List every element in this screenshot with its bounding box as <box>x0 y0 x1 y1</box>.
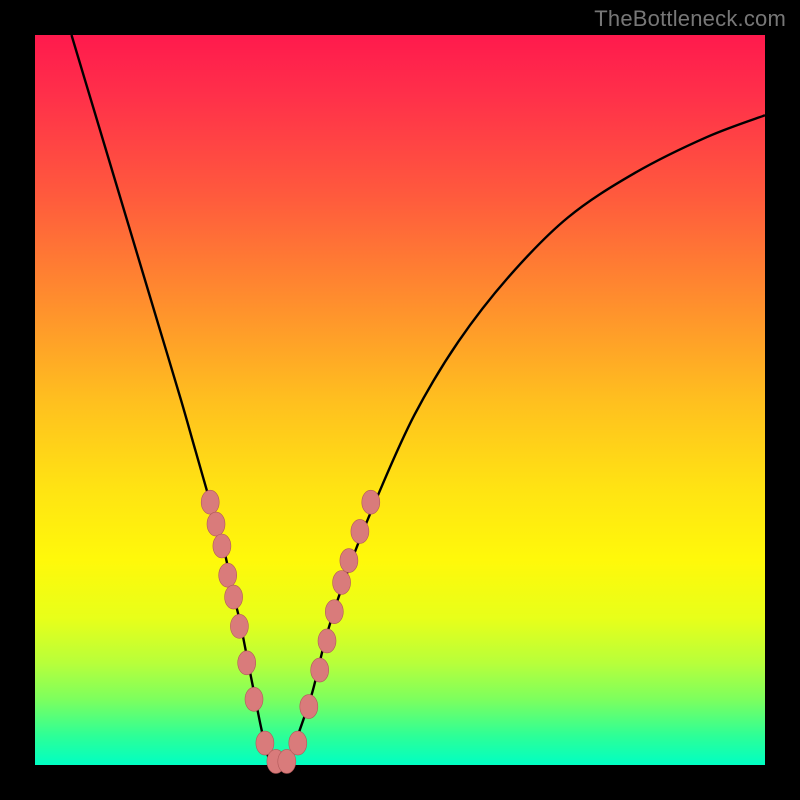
curve-marker <box>289 731 307 755</box>
curve-marker <box>340 549 358 573</box>
curve-marker <box>207 512 225 536</box>
curve-svg <box>35 35 765 765</box>
curve-marker <box>225 585 243 609</box>
curve-marker <box>300 695 318 719</box>
outer-frame: TheBottleneck.com <box>0 0 800 800</box>
curve-marker <box>351 519 369 543</box>
curve-marker <box>318 629 336 653</box>
curve-marker <box>362 490 380 514</box>
curve-marker <box>219 563 237 587</box>
curve-marker <box>230 614 248 638</box>
curve-marker <box>333 571 351 595</box>
curve-marker <box>311 658 329 682</box>
plot-area <box>35 35 765 765</box>
curve-marker <box>201 490 219 514</box>
curve-marker <box>325 600 343 624</box>
bottleneck-curve <box>72 35 766 766</box>
curve-marker <box>245 687 263 711</box>
marker-group <box>201 490 380 773</box>
curve-marker <box>213 534 231 558</box>
watermark-text: TheBottleneck.com <box>594 6 786 32</box>
curve-marker <box>238 651 256 675</box>
